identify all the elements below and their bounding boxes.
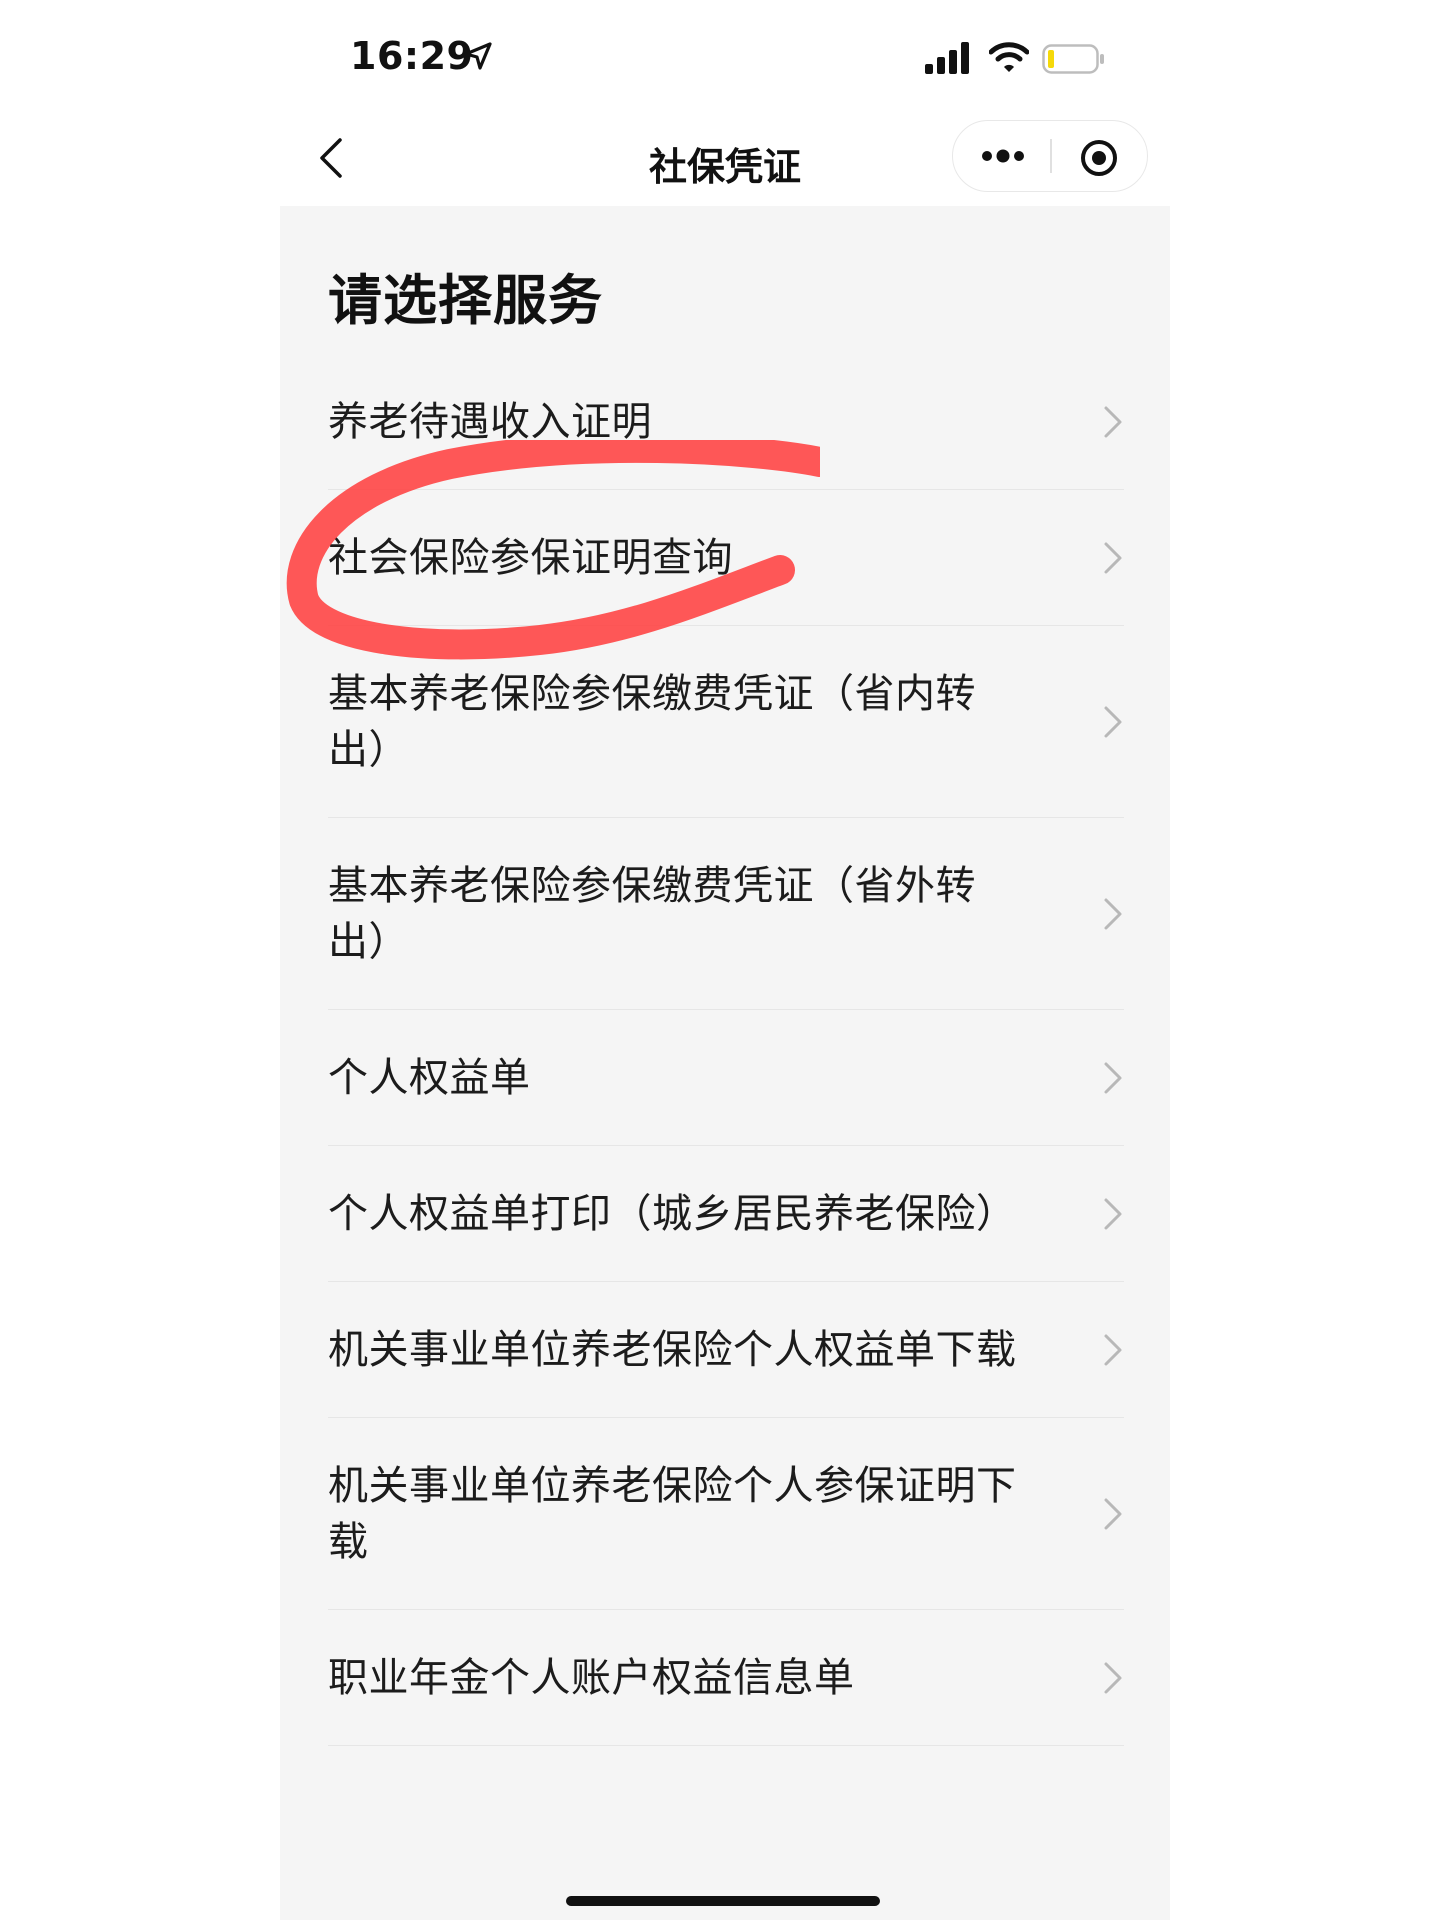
list-item-label: 养老待遇收入证明 bbox=[328, 398, 652, 445]
list-item-label: 个人权益单打印（城乡居民养老保险） bbox=[328, 1190, 1017, 1237]
signal-icon bbox=[925, 42, 969, 74]
chevron-right-icon bbox=[1104, 706, 1122, 737]
service-list: 养老待遇收入证明 社会保险参保证明查询 基本养老保险参保缴费凭证（省内转出） 基… bbox=[328, 354, 1124, 1746]
capsule-divider bbox=[1050, 139, 1052, 173]
list-item-label: 机关事业单位养老保险个人参保证明下载 bbox=[328, 1462, 1017, 1565]
chevron-right-icon bbox=[1104, 1198, 1122, 1229]
chevron-right-icon bbox=[1104, 406, 1122, 437]
more-icon[interactable] bbox=[979, 141, 1027, 171]
chevron-right-icon bbox=[1104, 542, 1122, 573]
phone-screen: 16:29 社保凭证 请选择服务 养老待遇收入证明 社会保险参保证明查询 基本养… bbox=[280, 0, 1170, 1920]
service-content: 请选择服务 养老待遇收入证明 社会保险参保证明查询 基本养老保险参保缴费凭证（省… bbox=[280, 206, 1170, 1920]
home-indicator bbox=[566, 1896, 880, 1906]
list-item[interactable]: 养老待遇收入证明 bbox=[328, 354, 1124, 490]
list-item-label: 社会保险参保证明查询 bbox=[328, 534, 733, 581]
target-icon[interactable] bbox=[1079, 138, 1119, 178]
wifi-icon bbox=[989, 42, 1029, 72]
list-item-label: 基本养老保险参保缴费凭证（省内转出） bbox=[328, 670, 976, 773]
list-item-label: 机关事业单位养老保险个人权益单下载 bbox=[328, 1326, 1017, 1373]
list-item[interactable]: 机关事业单位养老保险个人权益单下载 bbox=[328, 1282, 1124, 1418]
status-time: 16:29 bbox=[350, 34, 474, 78]
chevron-right-icon bbox=[1104, 1662, 1122, 1693]
list-item[interactable]: 基本养老保险参保缴费凭证（省内转出） bbox=[328, 626, 1124, 818]
list-item-label: 职业年金个人账户权益信息单 bbox=[328, 1654, 855, 1701]
list-item[interactable]: 职业年金个人账户权益信息单 bbox=[328, 1610, 1124, 1746]
list-item[interactable]: 社会保险参保证明查询 bbox=[328, 490, 1124, 626]
chevron-right-icon bbox=[1104, 1334, 1122, 1365]
battery-icon bbox=[1042, 44, 1104, 74]
mini-program-capsule bbox=[952, 120, 1148, 192]
chevron-right-icon bbox=[1104, 898, 1122, 929]
chevron-right-icon bbox=[1104, 1498, 1122, 1529]
location-icon bbox=[464, 42, 492, 70]
list-item[interactable]: 基本养老保险参保缴费凭证（省外转出） bbox=[328, 818, 1124, 1010]
list-item-label: 个人权益单 bbox=[328, 1054, 531, 1101]
list-item-label: 基本养老保险参保缴费凭证（省外转出） bbox=[328, 862, 976, 965]
list-item[interactable]: 个人权益单打印（城乡居民养老保险） bbox=[328, 1146, 1124, 1282]
list-item[interactable]: 个人权益单 bbox=[328, 1010, 1124, 1146]
status-bar: 16:29 bbox=[280, 0, 1170, 110]
chevron-right-icon bbox=[1104, 1062, 1122, 1093]
section-title: 请选择服务 bbox=[328, 269, 603, 332]
nav-bar: 社保凭证 bbox=[280, 110, 1170, 206]
list-item[interactable]: 机关事业单位养老保险个人参保证明下载 bbox=[328, 1418, 1124, 1610]
